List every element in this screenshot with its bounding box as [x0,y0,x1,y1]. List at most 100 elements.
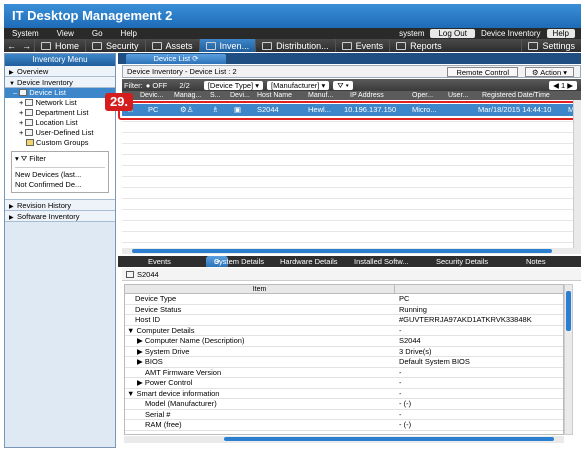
filter-toggle[interactable]: ● OFF [146,81,168,90]
scroll-thumb[interactable] [132,249,552,253]
tree-custom-groups[interactable]: Custom Groups [5,138,115,148]
computer-icon [126,271,134,278]
manufacturer-dropdown[interactable]: [Manufacturer] ▾ [267,80,330,90]
logout-button[interactable]: Log Out [430,29,475,38]
help-button[interactable]: Help [546,29,575,38]
col-os[interactable]: Oper... [412,91,433,100]
tab-security-details[interactable]: Security Details [436,256,488,267]
device-grid-hscrollbar[interactable] [122,248,581,254]
menu-overview[interactable]: ▶ Overview [5,66,115,77]
tree-location-list-label: Location List [35,118,78,127]
detail-value: - (-) [399,399,412,408]
filter-apply-icon[interactable]: ⛛ ▾ [333,80,353,90]
toolbar-reports[interactable]: Reports [389,39,448,52]
col-manage[interactable]: Manag... [174,91,201,100]
forward-arrow-icon[interactable]: → [22,41,31,51]
distribution-icon [262,41,273,50]
list-item: Serial # - [125,410,563,420]
tree-network-list[interactable]: + Network List [5,98,115,108]
tree-user-defined-list-label: User-Defined List [35,128,94,137]
tree-device-list[interactable]: – Device List [5,88,115,98]
detail-item: Device Status [135,304,182,314]
detail-item: Computer Name (Description) [144,336,245,345]
detail-value: - [399,388,402,398]
panel-header: Device Inventory - Device List : 2 Remot… [122,65,581,78]
column-header-row: Devic... Manag... S... Devi... Host Name… [122,91,581,100]
list-item[interactable]: ▶ Computer Name (Description) S2044 [125,336,563,347]
remote-control-button[interactable]: Remote Control [447,67,518,77]
menu-device-inventory[interactable]: ▼ Device Inventory [5,77,115,88]
refresh-icon[interactable]: ⟳ [192,54,198,63]
menu-system[interactable]: System [12,29,39,38]
device-grid: □ PC ⚙♙ ♗ ▣ S2044 Hewl... 10.196.137.150… [122,100,581,248]
tab-device-list[interactable]: Device List ⟳ [126,54,226,64]
expand-icon: ▶ [9,215,14,221]
tree-user-defined-list[interactable]: + User-Defined List [5,128,115,138]
detail-item: Model (Manufacturer) [145,399,217,408]
list-item: Device Type PC [125,294,563,305]
pager[interactable]: ◀ 1 ▶ [549,80,577,90]
toolbar-events[interactable]: Events [334,39,390,52]
list-item[interactable]: ▶ BIOS Default System BIOS [125,357,563,368]
location-icon [25,119,34,126]
toolbar-home[interactable]: Home [34,39,85,52]
tab-notes[interactable]: Notes [526,256,546,267]
menu-go[interactable]: Go [92,29,103,38]
col-registered[interactable]: Registered Date/Time [482,91,550,100]
tab-events[interactable]: Events [148,256,171,267]
details-hscrollbar[interactable] [124,436,564,443]
assets-icon [151,41,162,50]
list-item[interactable]: ▼ Computer Details - [125,326,563,336]
device-grid-vscrollbar[interactable] [573,100,581,248]
filter-not-confirmed[interactable]: Not Confirmed De... [15,180,105,190]
list-item[interactable]: ▶ Power Control - [125,378,563,389]
col-manufacturer[interactable]: Manuf... [308,91,333,100]
current-section: Device Inventory [480,29,541,38]
scroll-thumb[interactable] [224,437,554,441]
col-device[interactable]: Devic... [140,91,163,100]
tree-department-list[interactable]: + Department List [5,108,115,118]
toolbar-distribution-label: Distribution... [276,40,329,51]
tab-system-details[interactable]: System Details ⟳ [206,256,264,267]
col-ip[interactable]: IP Address [350,91,384,100]
menu-software-inventory[interactable]: ▶ Software Inventory [5,211,115,222]
menu-view[interactable]: View [57,29,74,38]
col-status[interactable]: S... [210,91,221,100]
toolbar-inventory[interactable]: Inven... [198,39,256,52]
detail-value: Default System BIOS [399,357,470,366]
list-item: RAM (free) - (-) [125,420,563,431]
inventory-menu: Inventory Menu ▶ Overview ▼ Device Invento… [4,53,116,448]
tab-system-details-label: System Details [214,257,265,266]
detail-value: S2044 [399,336,421,345]
detail-value: #GUVTERRJA97AKD1ATKRVK33848K [399,315,532,324]
device-type-dropdown[interactable]: [Device Type] ▾ [203,80,263,90]
toolbar-assets-label: Assets [165,40,193,51]
list-item[interactable]: ▼ Smart device information - [125,388,563,399]
filter-count: 2/2 [179,80,190,90]
filter-header[interactable]: ▾ ⛛ Filter [15,154,105,164]
toolbar-security[interactable]: Security [85,39,145,52]
toolbar-settings[interactable]: Settings [521,39,581,52]
toolbar-distribution[interactable]: Distribution... [255,39,335,52]
tree-location-list[interactable]: + Location List [5,118,115,128]
action-button[interactable]: ⚙ Action ▾ [524,67,574,77]
scroll-thumb[interactable] [566,291,571,331]
detail-item-group: ▶ Computer Name (Description) [137,336,245,345]
col-user[interactable]: User... [448,91,468,100]
tree-network-list-label: Network List [35,98,77,107]
tab-hardware-details[interactable]: Hardware Details [280,256,338,267]
menu-help[interactable]: Help [121,29,137,38]
detail-item: Host ID [135,315,161,324]
toolbar-assets[interactable]: Assets [144,39,199,52]
list-item[interactable]: ▶ System Drive 3 Drive(s) [125,346,563,357]
detail-value: Running [399,304,427,314]
tab-installed-software[interactable]: Installed Softw... [354,256,409,267]
menu-revision-history[interactable]: ▶ Revision History [5,200,115,211]
detail-item: System Drive [144,346,190,356]
col-device-icon[interactable]: Devi... [230,91,250,100]
details-vscrollbar[interactable] [564,284,573,435]
detail-value: 3 Drive(s) [399,346,432,356]
back-arrow-icon[interactable]: ← [7,41,16,51]
col-host-name[interactable]: Host Name [257,91,292,100]
filter-new-devices[interactable]: New Devices (last... [15,170,105,180]
